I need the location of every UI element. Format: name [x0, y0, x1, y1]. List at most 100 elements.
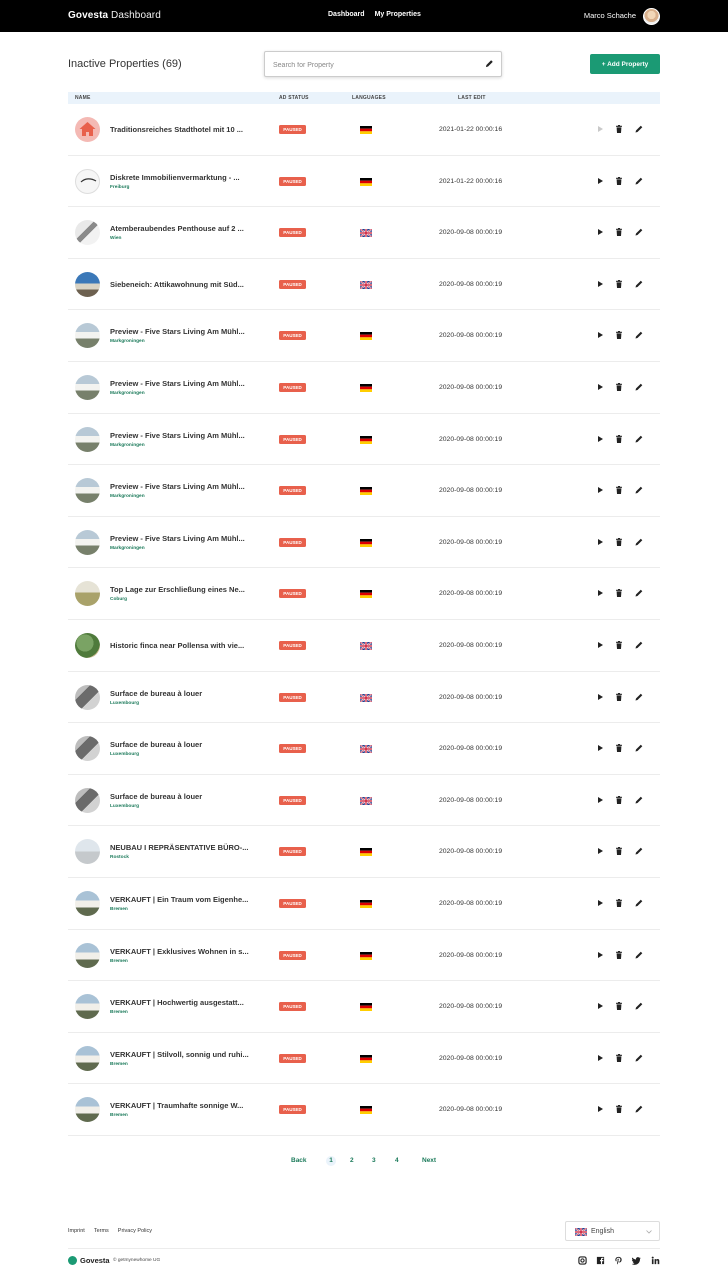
trash-icon[interactable] [614, 124, 624, 134]
property-name[interactable]: Preview - Five Stars Living Am Mühl... [110, 534, 245, 543]
property-thumbnail[interactable] [75, 684, 100, 710]
pagination-next[interactable]: Next [422, 1157, 436, 1164]
table-row[interactable]: Preview - Five Stars Living Am Mühl... Ma… [68, 517, 660, 569]
play-icon[interactable] [595, 795, 605, 805]
pencil-icon[interactable] [634, 330, 644, 340]
pagination-back[interactable]: Back [291, 1157, 307, 1164]
play-icon[interactable] [595, 1104, 605, 1114]
property-thumbnail[interactable] [75, 374, 100, 400]
table-row[interactable]: Preview - Five Stars Living Am Mühl... Ma… [68, 414, 660, 466]
play-icon[interactable] [595, 743, 605, 753]
property-name[interactable]: Preview - Five Stars Living Am Mühl... [110, 379, 245, 388]
twitter-icon[interactable] [632, 1256, 641, 1265]
trash-icon[interactable] [614, 279, 624, 289]
property-name[interactable]: Surface de bureau à louer [110, 740, 202, 749]
table-row[interactable]: Surface de bureau à louer Luxembourg PAUSE… [68, 775, 660, 827]
play-icon[interactable] [595, 434, 605, 444]
nav-dashboard[interactable]: Dashboard [328, 11, 365, 18]
table-row[interactable]: Siebeneich: Attikawohnung mit Süd... PAUS… [68, 259, 660, 311]
table-row[interactable]: VERKAUFT | Ein Traum vom Eigenhe... Breme… [68, 878, 660, 930]
property-thumbnail[interactable] [75, 839, 100, 865]
pencil-icon[interactable] [634, 434, 644, 444]
pencil-icon[interactable] [634, 692, 644, 702]
trash-icon[interactable] [614, 588, 624, 598]
table-row[interactable]: Preview - Five Stars Living Am Mühl... Ma… [68, 362, 660, 414]
property-thumbnail[interactable] [75, 323, 100, 349]
facebook-icon[interactable] [596, 1256, 605, 1265]
pencil-icon[interactable] [634, 279, 644, 289]
play-icon[interactable] [595, 279, 605, 289]
trash-icon[interactable] [614, 434, 624, 444]
table-row[interactable]: VERKAUFT | Exklusives Wohnen in s... Brem… [68, 930, 660, 982]
play-icon[interactable] [595, 176, 605, 186]
pencil-icon[interactable] [634, 950, 644, 960]
property-thumbnail[interactable] [75, 478, 100, 504]
table-row[interactable]: Diskrete Immobilienvermarktung - ... Frei… [68, 156, 660, 208]
pagination-page-1[interactable]: 1 [326, 1156, 336, 1166]
property-name[interactable]: VERKAUFT | Exklusives Wohnen in s... [110, 947, 249, 956]
property-name[interactable]: Preview - Five Stars Living Am Mühl... [110, 327, 245, 336]
property-name[interactable]: NEUBAU I REPRÄSENTATIVE BÜRO-... [110, 843, 248, 852]
table-row[interactable]: Surface de bureau à louer Luxembourg PAUSE… [68, 723, 660, 775]
trash-icon[interactable] [614, 1104, 624, 1114]
instagram-icon[interactable] [578, 1256, 587, 1265]
play-icon[interactable] [595, 382, 605, 392]
pencil-icon[interactable] [634, 176, 644, 186]
trash-icon[interactable] [614, 1053, 624, 1063]
play-icon[interactable] [595, 227, 605, 237]
trash-icon[interactable] [614, 485, 624, 495]
property-thumbnail[interactable] [75, 632, 100, 658]
trash-icon[interactable] [614, 382, 624, 392]
pencil-icon[interactable] [634, 743, 644, 753]
property-thumbnail[interactable] [75, 426, 100, 452]
table-row[interactable]: Preview - Five Stars Living Am Mühl... Ma… [68, 465, 660, 517]
property-thumbnail[interactable] [75, 736, 100, 762]
property-thumbnail[interactable] [75, 168, 100, 194]
pencil-icon[interactable] [634, 382, 644, 392]
property-thumbnail[interactable] [75, 994, 100, 1020]
pagination-page-4[interactable]: 4 [395, 1157, 399, 1164]
property-thumbnail[interactable] [75, 529, 100, 555]
property-thumbnail[interactable] [75, 890, 100, 916]
property-name[interactable]: VERKAUFT | Stilvoll, sonnig und ruhi... [110, 1050, 249, 1059]
trash-icon[interactable] [614, 846, 624, 856]
user-name[interactable]: Marco Schache [584, 11, 636, 20]
trash-icon[interactable] [614, 227, 624, 237]
add-property-button[interactable]: + Add Property [590, 54, 660, 74]
linkedin-icon[interactable] [651, 1256, 660, 1265]
pencil-icon[interactable] [634, 1001, 644, 1011]
property-name[interactable]: VERKAUFT | Traumhafte sonnige W... [110, 1101, 243, 1110]
play-icon[interactable] [595, 1001, 605, 1011]
trash-icon[interactable] [614, 743, 624, 753]
table-row[interactable]: Top Lage zur Erschließung eines Ne... Cob… [68, 568, 660, 620]
trash-icon[interactable] [614, 950, 624, 960]
property-thumbnail[interactable] [75, 1045, 100, 1071]
pencil-icon[interactable] [634, 898, 644, 908]
column-languages[interactable]: LANGUAGES [352, 95, 386, 101]
pagination-page-2[interactable]: 2 [350, 1157, 354, 1164]
pencil-icon[interactable] [634, 485, 644, 495]
property-name[interactable]: VERKAUFT | Hochwertig ausgestatt... [110, 998, 244, 1007]
pencil-icon[interactable] [634, 795, 644, 805]
play-icon[interactable] [595, 898, 605, 908]
play-icon[interactable] [595, 640, 605, 650]
pagination-page-3[interactable]: 3 [372, 1157, 376, 1164]
table-row[interactable]: Historic finca near Pollensa with vie...… [68, 620, 660, 672]
footer-privacy[interactable]: Privacy Policy [118, 1228, 152, 1234]
play-icon[interactable] [595, 330, 605, 340]
property-name[interactable]: Siebeneich: Attikawohnung mit Süd... [110, 280, 244, 289]
play-icon[interactable] [595, 846, 605, 856]
table-row[interactable]: VERKAUFT | Traumhafte sonnige W... Bremen… [68, 1084, 660, 1136]
pencil-icon[interactable] [634, 537, 644, 547]
pencil-icon[interactable] [634, 588, 644, 598]
pencil-icon[interactable] [634, 1104, 644, 1114]
avatar[interactable] [643, 8, 660, 25]
pencil-icon[interactable] [634, 124, 644, 134]
trash-icon[interactable] [614, 176, 624, 186]
column-ad-status[interactable]: AD STATUS [279, 95, 309, 101]
property-name[interactable]: Historic finca near Pollensa with vie... [110, 641, 244, 650]
search-input[interactable] [273, 58, 473, 72]
property-thumbnail[interactable] [75, 581, 100, 607]
property-name[interactable]: Traditionsreiches Stadthotel mit 10 ... [110, 125, 243, 134]
property-thumbnail[interactable] [75, 220, 100, 246]
